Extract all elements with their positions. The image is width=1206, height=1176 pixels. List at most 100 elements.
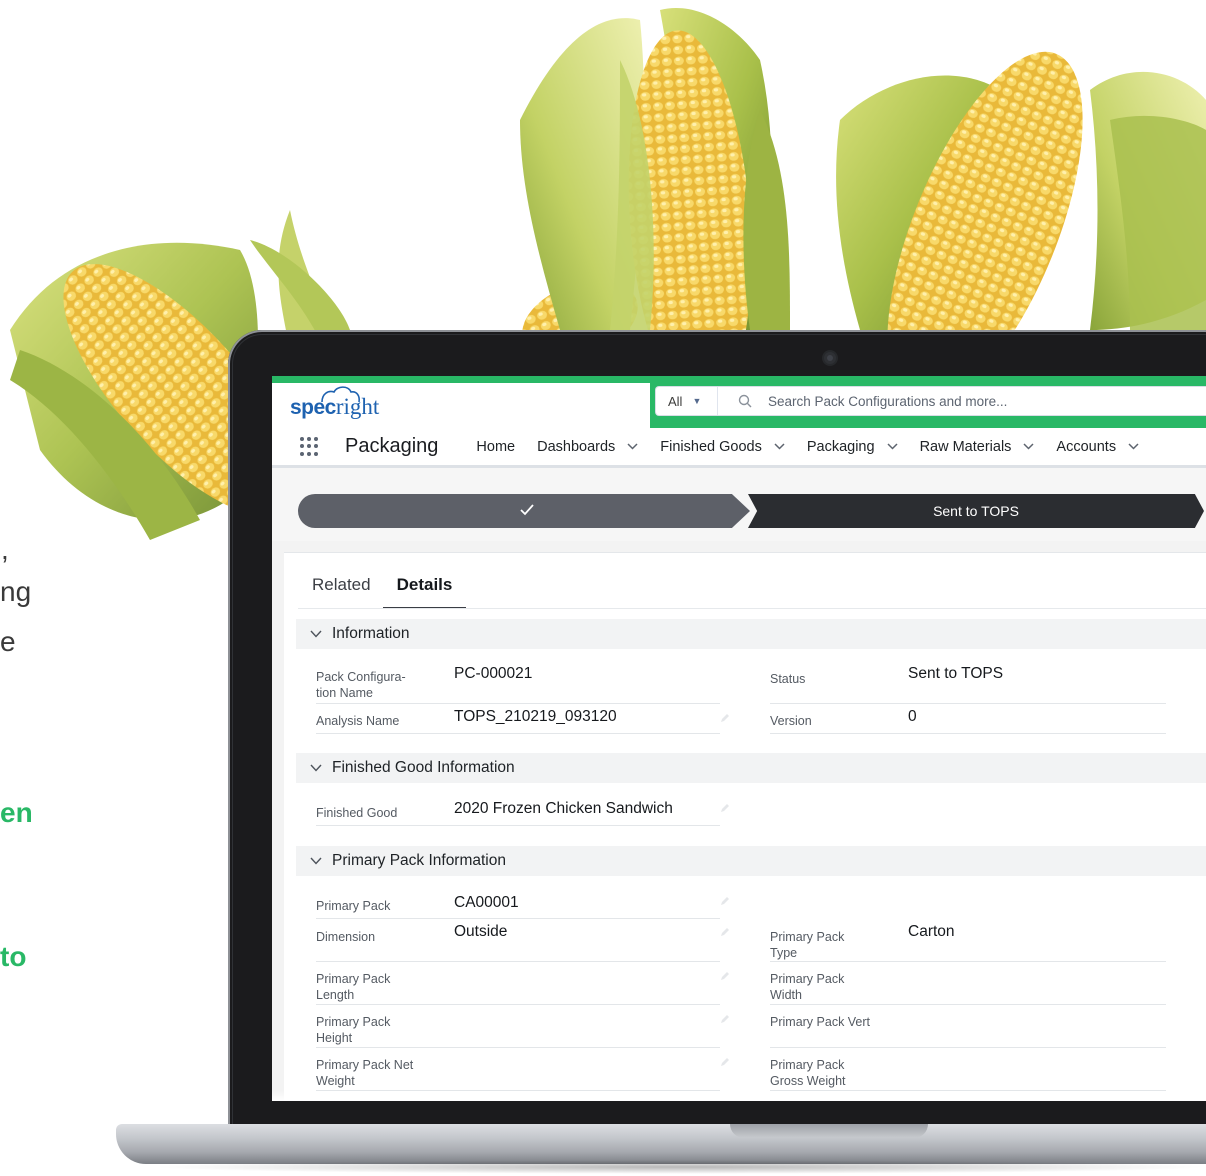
- field-label-primary-pack-net-weight: Primary Pack Net Weight: [316, 1058, 414, 1089]
- edit-pencil-icon[interactable]: [720, 896, 730, 906]
- field-divider: [770, 1047, 1166, 1048]
- specright-logo[interactable]: spec right: [290, 386, 379, 420]
- chevron-down-icon: [310, 630, 322, 638]
- field-value-version: 0: [908, 708, 917, 725]
- nav-item-label: Home: [476, 438, 516, 455]
- field-value-finished-good: 2020 Frozen Chicken Sandwich: [454, 800, 673, 817]
- field-label-dimension: Dimension: [316, 930, 376, 944]
- edit-pencil-icon[interactable]: [720, 1057, 730, 1067]
- field-divider: [770, 961, 1166, 962]
- background-text-highlight: en: [0, 797, 33, 828]
- chevron-down-icon[interactable]: [887, 443, 898, 450]
- app-name: Packaging: [345, 435, 439, 457]
- background-text-fragment: e: [0, 626, 16, 657]
- app-header: spec right All ▼ Search Pack Configurati…: [272, 376, 1206, 428]
- field-divider: [770, 733, 1166, 734]
- section-finished-good-information[interactable]: Finished Good Information: [296, 753, 1206, 783]
- field-divider: [770, 703, 1166, 704]
- record-tabs: Related Details: [312, 575, 492, 609]
- field-label-version: Version: [770, 714, 812, 728]
- app-navigation-bar: Packaging Home Dashboards Finished Goods…: [272, 428, 1206, 468]
- nav-item-dashboards[interactable]: Dashboards: [537, 439, 638, 455]
- edit-pencil-icon[interactable]: [720, 803, 730, 813]
- field-label-primary-pack-width: Primary Pack Width: [770, 972, 845, 1003]
- field-label-finished-good: Finished Good: [316, 806, 398, 820]
- field-label-pack-configuration-name: Pack Configura- tion Name: [316, 670, 406, 701]
- section-title: Information: [332, 625, 410, 642]
- header-accent-strip: [272, 376, 1206, 383]
- field-divider: [770, 1004, 1166, 1005]
- global-search-bar: All ▼ Search Pack Configurations and mor…: [655, 386, 1206, 416]
- field-label-analysis-name: Analysis Name: [316, 714, 400, 728]
- section-information[interactable]: Information: [296, 619, 1206, 649]
- laptop-shadow: [150, 1160, 1206, 1174]
- nav-items: Home Dashboards Finished Goods Packaging…: [476, 439, 1161, 455]
- field-label-primary-pack: Primary Pack: [316, 899, 391, 913]
- field-value-status: Sent to TOPS: [908, 665, 1004, 682]
- laptop-screen: spec right All ▼ Search Pack Configurati…: [272, 376, 1206, 1101]
- tab-related[interactable]: Related: [312, 575, 371, 609]
- edit-pencil-icon[interactable]: [720, 1014, 730, 1024]
- record-details-card: Related Details Information Pack Configu…: [284, 552, 1206, 1101]
- tab-details[interactable]: Details: [382, 575, 467, 609]
- background-text-highlight: to: [0, 941, 27, 972]
- screen-bottom-fade: [272, 1091, 1206, 1101]
- field-label-primary-pack-type: Primary Pack Type: [770, 930, 845, 961]
- section-title: Primary Pack Information: [332, 852, 506, 869]
- field-label-status: Status: [770, 672, 806, 686]
- field-divider: [316, 961, 720, 962]
- app-launcher-icon[interactable]: [300, 436, 320, 457]
- nav-item-label: Raw Materials: [919, 438, 1012, 455]
- nav-item-raw-materials[interactable]: Raw Materials: [920, 439, 1035, 455]
- path-step-current[interactable]: Sent to TOPS: [748, 494, 1204, 528]
- field-divider: [316, 1004, 720, 1005]
- nav-item-label: Dashboards: [537, 438, 616, 455]
- nav-item-label: Accounts: [1056, 438, 1117, 455]
- field-value-pack-configuration-name: PC-000021: [454, 665, 533, 682]
- status-path: Sent to TOPS: [272, 468, 1206, 541]
- nav-item-home[interactable]: Home: [476, 439, 515, 455]
- field-label-primary-pack-vert: Primary Pack Vert: [770, 1015, 871, 1029]
- nav-item-packaging[interactable]: Packaging: [807, 439, 898, 455]
- chevron-down-icon[interactable]: [1023, 443, 1034, 450]
- field-label-primary-pack-height: Primary Pack Height: [316, 1015, 391, 1046]
- path-step-label: Sent to TOPS: [933, 503, 1019, 519]
- field-value-primary-pack[interactable]: CA00001: [454, 894, 519, 912]
- nav-item-label: Finished Goods: [660, 438, 762, 455]
- chevron-down-icon[interactable]: [627, 443, 638, 450]
- section-primary-pack-information[interactable]: Primary Pack Information: [296, 846, 1206, 876]
- nav-item-finished-goods[interactable]: Finished Goods: [660, 439, 785, 455]
- field-divider: [316, 703, 720, 704]
- section-title: Finished Good Information: [332, 759, 515, 776]
- edit-pencil-icon[interactable]: [720, 713, 730, 723]
- caret-down-icon: ▼: [692, 396, 702, 406]
- search-scope-label: All: [668, 393, 683, 409]
- search-input[interactable]: Search Pack Configurations and more...: [768, 394, 1007, 409]
- field-divider: [316, 1047, 720, 1048]
- webcam-icon: [824, 352, 836, 364]
- search-scope-dropdown[interactable]: All ▼: [656, 387, 718, 415]
- chevron-down-icon[interactable]: [1128, 443, 1139, 450]
- checkmark-icon: [520, 504, 534, 516]
- laptop-base: [116, 1124, 1206, 1164]
- field-label-primary-pack-gross-weight: Primary Pack Gross Weight: [770, 1058, 846, 1089]
- field-value-analysis-name: TOPS_210219_093120: [454, 708, 617, 725]
- nav-item-label: Packaging: [806, 438, 875, 455]
- nav-item-accounts[interactable]: Accounts: [1056, 439, 1139, 455]
- edit-pencil-icon[interactable]: [720, 927, 730, 937]
- field-value-primary-pack-type: Carton: [908, 923, 955, 940]
- logo-cloud-icon: [321, 386, 360, 403]
- chevron-down-icon: [310, 857, 322, 865]
- field-value-dimension: Outside: [454, 923, 508, 940]
- field-divider: [316, 733, 720, 734]
- edit-pencil-icon[interactable]: [720, 971, 730, 981]
- background-text-fragment: ng: [0, 576, 32, 607]
- laptop-hinge-notch: [730, 1124, 928, 1138]
- field-divider: [316, 918, 720, 919]
- path-step-completed[interactable]: [298, 494, 750, 528]
- tabs-divider: [298, 608, 1206, 609]
- chevron-down-icon: [310, 764, 322, 772]
- field-label-primary-pack-length: Primary Pack Length: [316, 972, 391, 1003]
- chevron-down-icon[interactable]: [774, 443, 785, 450]
- field-divider: [316, 825, 720, 826]
